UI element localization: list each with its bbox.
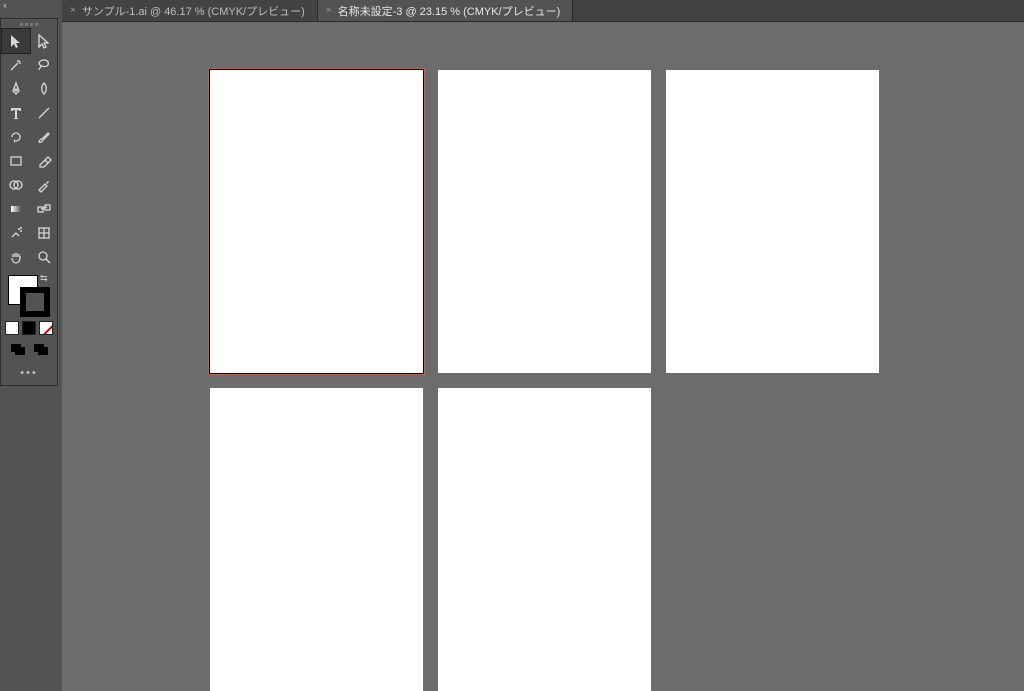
stroke-color-swatch[interactable] bbox=[20, 287, 50, 317]
eraser-tool[interactable] bbox=[30, 149, 58, 173]
eyedropper-tool[interactable] bbox=[30, 173, 58, 197]
fill-stroke-swatch[interactable]: ⇆ bbox=[6, 273, 52, 319]
document-tab-label: 名称未設定-3 @ 23.15 % (CMYK/プレビュー) bbox=[338, 3, 561, 19]
tools-panel: ⇆ ••• bbox=[0, 18, 58, 386]
blend-tool[interactable] bbox=[30, 197, 58, 221]
close-tab-icon[interactable]: × bbox=[70, 5, 76, 16]
close-tab-icon[interactable]: × bbox=[326, 5, 332, 16]
hand-tool[interactable] bbox=[2, 245, 30, 269]
draw-mode-row bbox=[1, 341, 57, 357]
type-tool[interactable] bbox=[2, 101, 30, 125]
artboard-2[interactable] bbox=[438, 70, 651, 373]
rotate-tool[interactable] bbox=[2, 125, 30, 149]
artboard-5[interactable] bbox=[438, 388, 651, 691]
artboard-4[interactable] bbox=[210, 388, 423, 691]
direct-selection-tool[interactable] bbox=[30, 29, 58, 53]
rectangle-tool[interactable] bbox=[2, 149, 30, 173]
gradient-tool[interactable] bbox=[2, 197, 30, 221]
edit-toolbar-button[interactable]: ••• bbox=[1, 367, 57, 379]
shape-builder-tool[interactable] bbox=[2, 173, 30, 197]
draw-normal-icon[interactable] bbox=[8, 341, 28, 357]
selection-tool[interactable] bbox=[2, 29, 30, 53]
panel-grip[interactable] bbox=[1, 19, 57, 29]
color-mode-solid[interactable] bbox=[5, 321, 19, 335]
artboard-1[interactable] bbox=[210, 70, 423, 373]
document-tab-1[interactable]: × サンプル-1.ai @ 46.17 % (CMYK/プレビュー) bbox=[62, 0, 318, 21]
zoom-tool[interactable] bbox=[30, 245, 58, 269]
color-mode-gradient[interactable] bbox=[22, 321, 36, 335]
artboard-3[interactable] bbox=[666, 70, 879, 373]
canvas-area[interactable] bbox=[62, 22, 1024, 691]
lasso-tool[interactable] bbox=[30, 53, 58, 77]
curvature-tool[interactable] bbox=[30, 77, 58, 101]
color-mode-none[interactable] bbox=[39, 321, 53, 335]
brush-tool[interactable] bbox=[30, 125, 58, 149]
document-tab-2[interactable]: × 名称未設定-3 @ 23.15 % (CMYK/プレビュー) bbox=[318, 0, 574, 21]
symbol-sprayer-tool[interactable] bbox=[2, 221, 30, 245]
mesh-tool[interactable] bbox=[30, 221, 58, 245]
draw-behind-icon[interactable] bbox=[31, 341, 51, 357]
line-tool[interactable] bbox=[30, 101, 58, 125]
magic-wand-tool[interactable] bbox=[2, 53, 30, 77]
document-tabs: × サンプル-1.ai @ 46.17 % (CMYK/プレビュー) × 名称未… bbox=[62, 0, 1024, 22]
pen-tool[interactable] bbox=[2, 77, 30, 101]
document-tab-label: サンプル-1.ai @ 46.17 % (CMYK/プレビュー) bbox=[82, 3, 305, 19]
color-mode-row bbox=[1, 321, 57, 335]
swap-fill-stroke-icon[interactable]: ⇆ bbox=[40, 273, 52, 285]
panel-collapse-chevrons[interactable]: ‹‹ bbox=[0, 0, 60, 12]
artboards-grid bbox=[210, 70, 879, 691]
